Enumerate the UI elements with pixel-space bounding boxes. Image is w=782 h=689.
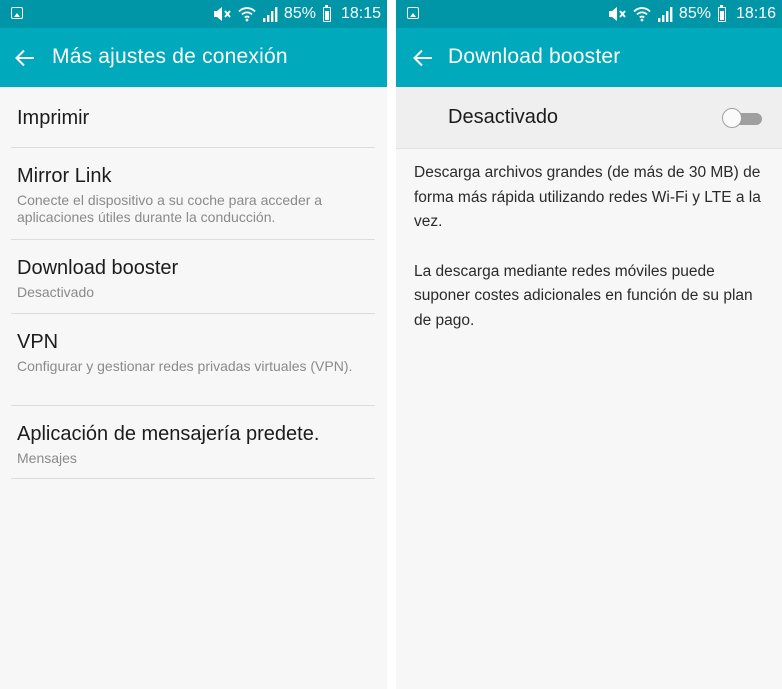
setting-subtitle: Conecte el dispositivo a su coche para a… bbox=[17, 192, 323, 225]
setting-title: Aplicación de mensajería predete. bbox=[17, 423, 320, 445]
wifi-icon bbox=[633, 7, 651, 22]
clock: 18:16 bbox=[735, 5, 776, 22]
setting-item-vpn[interactable]: VPN Configurar y gestionar redes privada… bbox=[11, 314, 375, 406]
setting-title: Imprimir bbox=[17, 107, 90, 129]
toggle-label: Desactivado bbox=[448, 106, 559, 128]
setting-item-download-booster[interactable]: Download booster Desactivado bbox=[11, 240, 375, 314]
status-bar: 85% 18:15 bbox=[0, 0, 387, 28]
setting-title: Mirror Link bbox=[17, 165, 112, 187]
battery-percent: 85% bbox=[678, 5, 711, 22]
signal-icon bbox=[262, 6, 278, 22]
gallery-icon bbox=[11, 7, 23, 19]
download-booster-screen: 85% 18:16 Download booster Desactivado D… bbox=[396, 0, 782, 689]
setting-item-messaging-app[interactable]: Aplicación de mensajería predete. Mensaj… bbox=[11, 406, 375, 479]
description: Descarga archivos grandes (de más de 30 … bbox=[396, 149, 782, 333]
setting-subtitle: Mensajes bbox=[17, 450, 77, 466]
setting-title: VPN bbox=[17, 331, 59, 353]
battery-icon bbox=[717, 4, 726, 22]
page-title: Más ajustes de conexión bbox=[52, 45, 288, 68]
back-arrow-icon[interactable] bbox=[14, 47, 36, 69]
setting-item-imprimir[interactable]: Imprimir bbox=[11, 87, 375, 148]
master-toggle-row[interactable]: Desactivado bbox=[396, 87, 782, 149]
switch-thumb bbox=[722, 108, 742, 128]
back-arrow-icon[interactable] bbox=[412, 47, 434, 69]
description-paragraph: La descarga mediante redes móviles puede… bbox=[414, 262, 753, 329]
description-paragraph: Descarga archivos grandes (de más de 30 … bbox=[414, 164, 761, 230]
status-bar: 85% 18:16 bbox=[396, 0, 782, 28]
mute-icon bbox=[213, 7, 231, 21]
settings-screen-more-connection: 85% 18:15 Más ajustes de conexión Imprim… bbox=[0, 0, 387, 689]
setting-subtitle: Desactivado bbox=[17, 284, 95, 300]
app-bar: Download booster bbox=[396, 28, 782, 87]
page-title: Download booster bbox=[448, 45, 621, 68]
gallery-icon bbox=[407, 7, 419, 19]
mute-icon bbox=[608, 7, 626, 21]
download-booster-switch[interactable] bbox=[722, 108, 764, 128]
clock: 18:15 bbox=[340, 5, 381, 22]
settings-list: Imprimir Mirror Link Conecte el disposit… bbox=[11, 87, 375, 479]
signal-icon bbox=[657, 6, 673, 22]
setting-subtitle: Configurar y gestionar redes privadas vi… bbox=[17, 358, 353, 374]
battery-percent: 85% bbox=[283, 5, 316, 22]
setting-title: Download booster bbox=[17, 257, 179, 279]
battery-icon bbox=[322, 4, 331, 22]
wifi-icon bbox=[238, 7, 256, 22]
setting-item-mirror-link[interactable]: Mirror Link Conecte el dispositivo a su … bbox=[11, 148, 375, 240]
app-bar: Más ajustes de conexión bbox=[0, 28, 387, 87]
